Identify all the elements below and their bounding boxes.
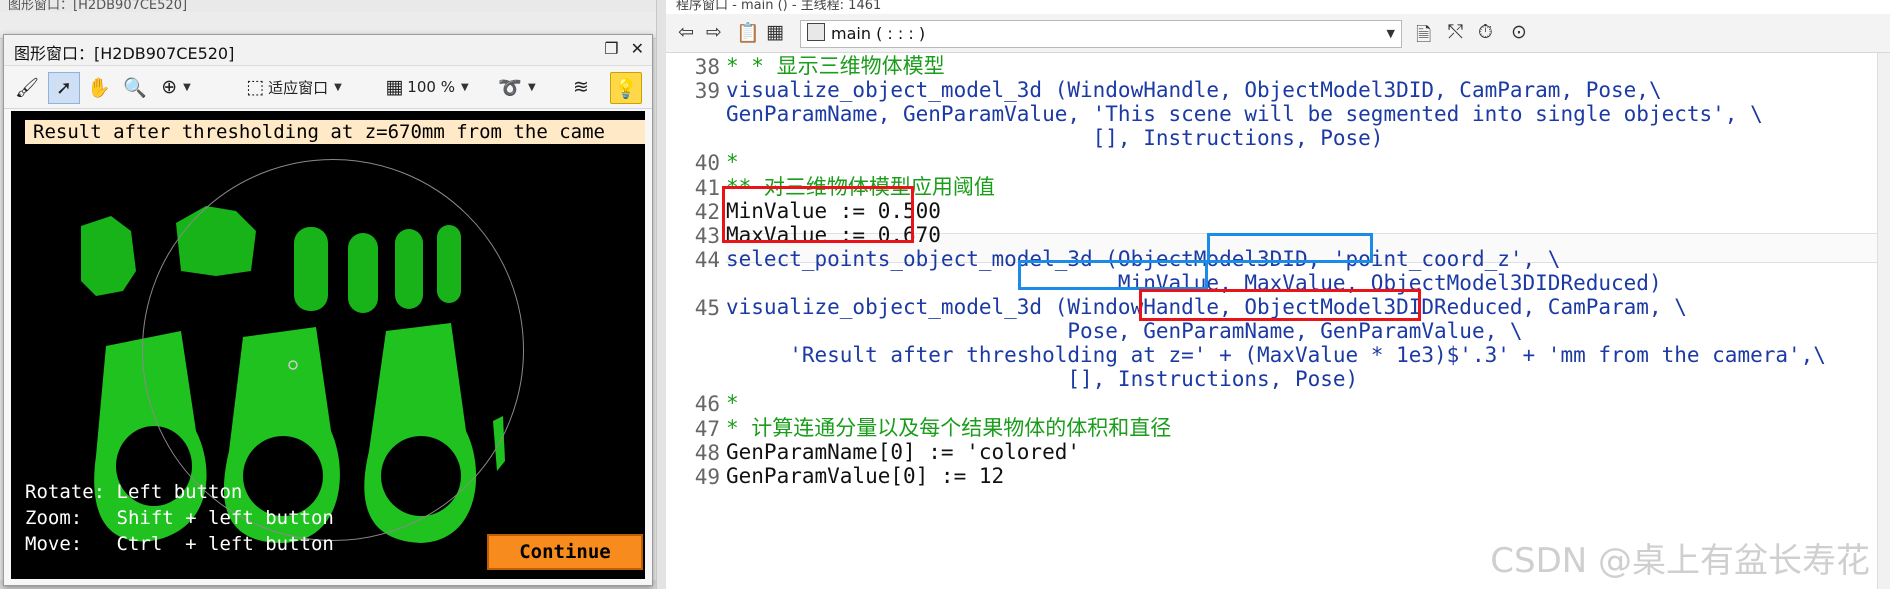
line-number: 45 (694, 296, 720, 320)
chevron-down-icon: ▼ (460, 81, 469, 93)
line-number: 48 (694, 440, 720, 465)
vertical-scrollbar[interactable] (1877, 53, 1890, 589)
line-number: 46 (694, 392, 720, 417)
fit-window-label: 适应窗口 (268, 78, 329, 97)
zoom-in-icon: ⊕ (161, 76, 178, 98)
clear-brush-button[interactable]: 🖌 (12, 72, 42, 102)
line-number: 39 (694, 79, 720, 104)
object-blob-1 (81, 216, 136, 296)
procedure-icon (807, 23, 825, 41)
program-toolbar: ⇦ ⇨ 📋 ▦ main ( : : : ) ▼ 🗎 ⤲ ⏱ ⊙ (666, 14, 1890, 53)
save-procedure-icon[interactable]: 🗎 (1416, 21, 1431, 53)
draw-mode-button[interactable]: ➰ ▼ (494, 72, 540, 102)
line-number: 47 (694, 416, 720, 441)
program-window-title: 程序窗口 - main () - 主线程: 1461 (676, 0, 882, 13)
layers-icon: ≋ (573, 76, 589, 98)
code-line: [], Instructions, Pose) (726, 367, 1359, 392)
line-number: 44 (694, 247, 720, 272)
fit-window-icon: ⬚ (246, 76, 265, 98)
code-line: GenParamValue[0] := 12 (726, 463, 1005, 488)
hand-icon: ✋ (87, 76, 111, 99)
highlight-box-min-max-args (1018, 260, 1208, 290)
record-icon[interactable]: ⊙ (1511, 21, 1527, 43)
continue-button[interactable]: Continue (487, 534, 643, 570)
result-caption: Result after thresholding at z=670mm fro… (25, 120, 645, 144)
program-window: 程序窗口 - main () - 主线程: 1461 ⇦ ⇨ 📋 ▦ main … (666, 0, 1890, 589)
csdn-watermark: CSDN @桌上有盆长寿花 (1490, 541, 1870, 581)
3d-viewer-canvas[interactable]: Result after thresholding at z=670mm fro… (11, 111, 645, 579)
zoom-percent-dropdown[interactable]: ▦ 100 % ▼ (374, 72, 480, 102)
graphics-window-titlebar[interactable]: 图形窗口：[H2DB907CE520] ❐ ✕ (4, 35, 652, 66)
help-rotate: Rotate: Left button (25, 481, 243, 503)
highlight-box-min-max (722, 186, 914, 243)
run-timer-icon[interactable]: ⏱ (1478, 21, 1493, 43)
brush-icon: 🖌 (14, 76, 40, 99)
procedure-select[interactable]: main ( : : : ) ▼ (800, 20, 1402, 48)
graphics-window: 图形窗口：[H2DB907CE520] ❐ ✕ 🖌 ➚ ✋ 🔍 ⊕ ▼ ⬚ 适应窗… (3, 34, 653, 586)
graphics-window-title: 图形窗口：[H2DB907CE520] (14, 44, 235, 63)
highlight-box-reduced-model (1139, 289, 1421, 321)
chevron-down-icon: ▼ (527, 81, 536, 93)
line-number: 38 (694, 55, 720, 79)
lasso-icon: ➰ (498, 76, 522, 99)
help-zoom: Zoom: Shift + left button (25, 507, 334, 529)
fit-window-dropdown[interactable]: ⬚ 适应窗口 ▼ (224, 72, 364, 102)
line-number: 41 (694, 175, 720, 200)
close-icon[interactable]: ✕ (631, 39, 644, 58)
line-number: 42 (694, 199, 720, 224)
clipboard-icon[interactable]: 📋 (736, 21, 760, 44)
insert-procedure-icon[interactable]: ⤲ (1448, 21, 1463, 43)
procedure-select-value: main ( : : : ) (831, 24, 926, 43)
pan-hand-button[interactable]: ✋ (84, 72, 114, 102)
chevron-down-icon: ▼ (183, 81, 191, 93)
layers-button[interactable]: ≋ (566, 72, 596, 102)
select-pointer-button[interactable]: ➚ (48, 72, 80, 104)
grid-icon[interactable]: ▦ (766, 21, 784, 43)
magnifier-icon: 🔍 (123, 76, 147, 99)
pointer-icon: ➚ (56, 77, 72, 99)
help-move: Move: Ctrl + left button (25, 533, 334, 555)
restore-icon[interactable]: ❐ (604, 39, 618, 58)
magnify-button[interactable]: 🔍 (120, 72, 150, 102)
lightbulb-icon: 💡 (614, 77, 638, 100)
highlight-box-point-coord (1207, 233, 1373, 263)
back-arrow-icon[interactable]: ⇦ (678, 21, 694, 43)
line-number: 49 (694, 464, 720, 489)
code-line: [], Instructions, Pose) (726, 126, 1384, 151)
chevron-down-icon: ▼ (334, 81, 342, 93)
zoom-percent-label: 100 % (407, 78, 455, 96)
graphics-toolbar: 🖌 ➚ ✋ 🔍 ⊕ ▼ ⬚ 适应窗口 ▼ ▦ 100 % ▼ ➰ ▼ ≋ 💡 (4, 66, 652, 109)
line-number: 43 (694, 223, 720, 248)
lightbulb-button[interactable]: 💡 (610, 72, 642, 104)
code-editor[interactable]: 38 39 40 41 42 43 44 45 46 47 48 49 * * 显示三维物体模型 vis… (666, 53, 1890, 589)
zoom-in-button[interactable]: ⊕ ▼ (154, 72, 198, 102)
zoom-frame-icon: ▦ (385, 76, 404, 98)
line-number: 40 (694, 151, 720, 176)
line-number-gutter: 38 39 40 41 42 43 44 45 46 47 48 49 (666, 53, 726, 589)
chevron-down-icon: ▼ (1386, 27, 1395, 40)
forward-arrow-icon[interactable]: ⇨ (706, 21, 722, 43)
